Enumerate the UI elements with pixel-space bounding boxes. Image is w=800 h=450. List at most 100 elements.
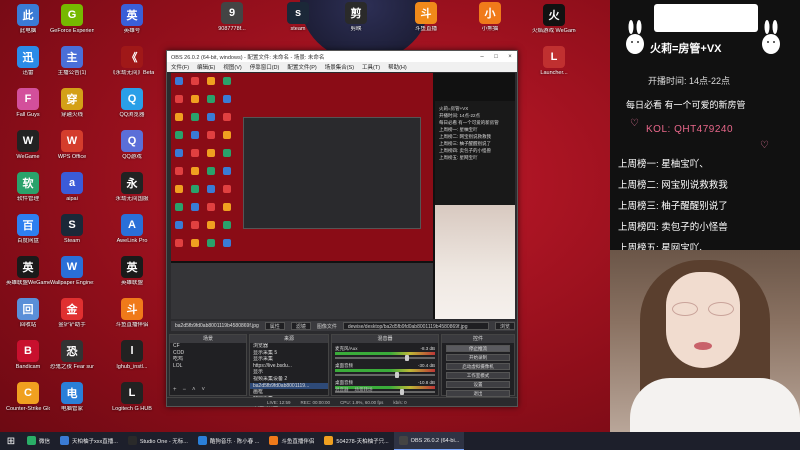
taskbar-item[interactable]: 斗鱼直播伴侣	[264, 432, 319, 450]
desktop-icon[interactable]: 主主播公告(1)	[50, 46, 94, 77]
taskbar-item[interactable]: 酷狗音乐 · 陈小春 ...	[193, 432, 265, 450]
source-item[interactable]: 显示采集	[250, 356, 328, 363]
source-item[interactable]: 显示	[250, 369, 328, 376]
desktop-icon[interactable]: 英英雄号	[110, 4, 154, 35]
desktop-icon[interactable]: 9 9087778f...	[210, 2, 254, 33]
move-down-icon[interactable]: ˅	[202, 387, 206, 395]
maximize-icon[interactable]: □	[489, 54, 503, 60]
control-button[interactable]: 启动虚拟摄像机	[446, 363, 510, 370]
desktop-icon[interactable]: S Steam	[50, 214, 94, 245]
taskbar-item[interactable]: OBS 26.0.2 (64-bi...	[393, 432, 465, 450]
menu-item[interactable]: 文件(F)	[171, 63, 189, 71]
desktop-icon[interactable]: 剪剪映	[334, 2, 378, 33]
desktop-icon[interactable]: 迅迅雷	[6, 46, 50, 77]
desktop-icon-label: 电脑管家	[60, 406, 83, 412]
taskbar-item[interactable]: 504278-天柏柚子只...	[319, 432, 393, 450]
scene-item[interactable]: LOL	[170, 363, 246, 370]
desktop-icon[interactable]: L Launcher...	[532, 46, 576, 77]
desktop-icon[interactable]: 此此电脑	[6, 4, 50, 35]
desktop-icon[interactable]: C Counter-Strike Global Off...	[6, 382, 50, 413]
desktop-icon[interactable]: 英英雄联盟WeGame版	[6, 256, 50, 287]
desktop-icon[interactable]: 穿穿越火线	[50, 88, 94, 119]
move-up-icon[interactable]: ˄	[192, 387, 196, 395]
desktop-icon[interactable]: W WPS Office	[50, 130, 94, 161]
glasses	[672, 302, 734, 316]
source-item[interactable]: ba2d5fb9fd0ab8001119...	[250, 382, 328, 390]
windows-start-icon[interactable]: ⊞	[0, 432, 22, 450]
source-item[interactable]: 显示采集 5	[250, 350, 328, 357]
menu-item[interactable]: 视图(V)	[223, 63, 241, 71]
desktop-icon[interactable]: s steam	[276, 2, 320, 33]
desktop-icon[interactable]: G GeForce Experience	[50, 4, 94, 35]
browse-button[interactable]: 浏览	[494, 322, 515, 330]
desktop-icon[interactable]: 《《永劫无间》Beta...	[110, 46, 154, 77]
desktop-icon-label: 软件管理	[16, 196, 39, 202]
menu-item[interactable]: 停靠窗口(D)	[250, 63, 280, 71]
desktop-icon[interactable]: W WeGame	[6, 130, 50, 161]
control-button[interactable]: 工作室模式	[446, 372, 510, 379]
scene-item[interactable]: CF	[170, 343, 246, 350]
obs-window[interactable]: OBS 26.0.2 (64-bit, windows) - 配置文件: 未命名…	[166, 50, 518, 408]
desktop-icon[interactable]: 火火焰游戏 WeGame	[532, 4, 576, 35]
desktop-icon[interactable]: F Fall Guys	[6, 88, 50, 119]
remove-icon[interactable]: −	[183, 387, 187, 395]
desktop-icon[interactable]: Q QQ游戏	[110, 130, 154, 161]
desktop-icon[interactable]: 百百度网盘	[6, 214, 50, 245]
tab-mixer[interactable]: 混音器	[335, 387, 349, 395]
control-button[interactable]: 开始录制	[446, 354, 510, 361]
properties-button[interactable]: 属性	[264, 322, 285, 330]
control-button[interactable]: 退出	[446, 390, 510, 397]
desktop-icon[interactable]: 小小熊猫	[468, 2, 512, 33]
preview-mini-icon	[191, 113, 199, 121]
desktop-icon[interactable]: 金金铲铲助手	[50, 298, 94, 329]
close-icon[interactable]: ×	[503, 54, 517, 60]
obs-preview[interactable]: 火莉=房管+VX 开播时间: 14点-22点 每日必看 有一个可爱的新房管 上周榜一:…	[171, 73, 515, 319]
desktop-icon-label: Wallpaper Engine: ...	[50, 280, 94, 286]
menu-item[interactable]: 场景集合(S)	[325, 63, 354, 71]
desktop-icon[interactable]: 永永劫无间国服	[110, 172, 154, 203]
jianying-icon: 剪	[345, 2, 367, 24]
desktop-icon[interactable]: Q QQ浏览器	[110, 88, 154, 119]
source-item[interactable]: https://live.bsdu...	[250, 363, 328, 370]
sources-header: 来源	[250, 335, 328, 343]
kol-id: KOL: QHT479240	[646, 124, 734, 135]
taskbar-item[interactable]: 天柏柚子xxx直播...	[55, 432, 123, 450]
menu-item[interactable]: 工具(T)	[362, 63, 380, 71]
desktop-icon[interactable]: L Logitech G HUB	[110, 382, 154, 413]
desktop-icon[interactable]: 电电脑管家	[50, 382, 94, 413]
source-item[interactable]: 视频采集设备 2	[250, 376, 328, 383]
desktop-icon[interactable]: 英英雄联盟	[110, 256, 154, 287]
volume-slider[interactable]	[335, 355, 435, 361]
taskbar-item[interactable]: Studio One - 无标...	[123, 432, 193, 450]
control-button[interactable]: 设置	[446, 381, 510, 388]
obs-title-bar[interactable]: OBS 26.0.2 (64-bit, windows) - 配置文件: 未命名…	[167, 51, 517, 62]
desktop-icon[interactable]: B Bandicam	[6, 340, 50, 371]
control-button[interactable]: 停止推流	[446, 345, 510, 352]
tab-scene-transitions[interactable]: 场景转场	[355, 387, 373, 395]
menu-item[interactable]: 帮助(H)	[388, 63, 407, 71]
minimize-icon[interactable]: –	[475, 54, 489, 60]
desktop-icon[interactable]: l lghub_instl...	[110, 340, 154, 371]
desktop-icon[interactable]: a aipai	[50, 172, 94, 203]
preview-mini-icon	[223, 95, 231, 103]
volume-slider[interactable]	[335, 372, 435, 378]
menu-item[interactable]: 配置文件(P)	[287, 63, 316, 71]
filters-button[interactable]: 滤镜	[290, 322, 311, 330]
desktop-icon[interactable]: W Wallpaper Engine: ...	[50, 256, 94, 287]
volume-meter	[335, 369, 435, 372]
desktop-icon[interactable]: 软软件管理	[6, 172, 50, 203]
image-file-path[interactable]: dewise/desktop/ba2d5fb9fd0ab8001119b4580…	[342, 322, 489, 330]
source-item[interactable]: 画框	[250, 389, 328, 396]
source-item[interactable]: 浏览器	[250, 343, 328, 350]
taskbar-item[interactable]: 微信	[22, 432, 55, 450]
desktop-icon[interactable]: A AweLink Pro	[110, 214, 154, 245]
menu-item[interactable]: 编辑(E)	[197, 63, 215, 71]
desktop-icon[interactable]: 恐恐鬼之夜 Fear sur...	[50, 340, 94, 371]
scene-item[interactable]: 吃鸡	[170, 356, 246, 363]
scene-item[interactable]: COD	[170, 350, 246, 357]
desktop-icon-label: 9087778f...	[218, 26, 246, 32]
desktop-icon[interactable]: 斗斗鱼直播伴侣	[110, 298, 154, 329]
desktop-icon[interactable]: 回回收站	[6, 298, 50, 329]
desktop-icon[interactable]: 斗斗鱼直播	[404, 2, 448, 33]
add-icon[interactable]: +	[173, 387, 177, 395]
